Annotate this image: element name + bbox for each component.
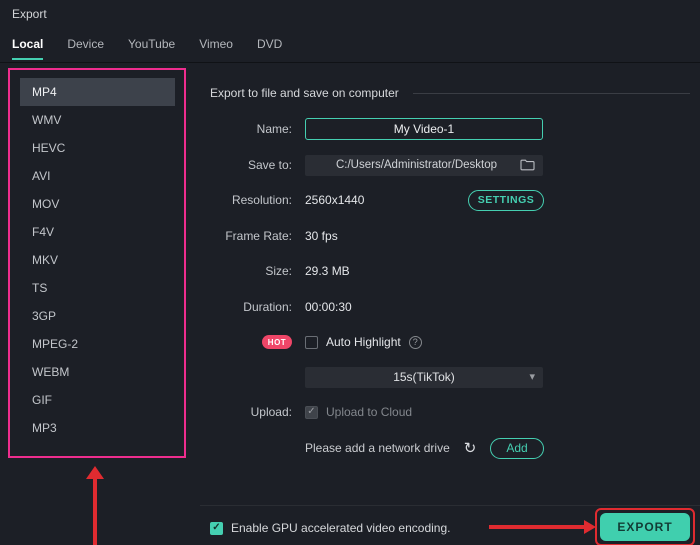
section-header: Export to file and save on computer xyxy=(210,86,690,100)
hot-badge: HOT xyxy=(262,335,292,349)
frame-rate-label: Frame Rate: xyxy=(225,229,292,243)
format-item-ts[interactable]: TS xyxy=(20,274,175,302)
tab-youtube[interactable]: YouTube xyxy=(128,37,175,60)
tabs-divider xyxy=(0,62,700,63)
preset-dropdown[interactable]: 15s(TikTok) ▾ xyxy=(305,366,543,388)
save-to-row: Save to: C:/Users/Administrator/Desktop xyxy=(210,154,544,176)
format-item-mp4[interactable]: MP4 xyxy=(20,78,175,106)
save-to-field[interactable]: C:/Users/Administrator/Desktop xyxy=(305,154,543,176)
resolution-label: Resolution: xyxy=(231,193,292,207)
upload-row: Upload: ✓ Upload to Cloud xyxy=(210,401,544,423)
format-item-mov[interactable]: MOV xyxy=(20,190,175,218)
save-to-label: Save to: xyxy=(247,158,292,172)
export-dialog: Export Local Device YouTube Vimeo DVD MP… xyxy=(0,0,700,545)
size-value: 29.3 MB xyxy=(305,264,350,278)
tab-dvd[interactable]: DVD xyxy=(257,37,282,60)
resolution-row: Resolution: 2560x1440 SETTINGS xyxy=(210,189,544,211)
bottom-divider xyxy=(200,505,700,506)
tab-device[interactable]: Device xyxy=(67,37,104,60)
auto-highlight-label: Auto Highlight xyxy=(326,335,401,349)
folder-icon[interactable] xyxy=(520,159,535,171)
network-drive-text: Please add a network drive xyxy=(305,441,450,455)
name-input[interactable] xyxy=(305,118,543,140)
auto-highlight-row: HOT Auto Highlight ? xyxy=(210,331,544,353)
name-label: Name: xyxy=(256,122,292,136)
format-item-f4v[interactable]: F4V xyxy=(20,218,175,246)
annotation-up-arrow-stem xyxy=(93,478,97,545)
duration-label: Duration: xyxy=(243,300,292,314)
tab-local[interactable]: Local xyxy=(12,37,44,60)
upload-label: Upload: xyxy=(250,405,292,419)
upload-to-cloud-checkbox[interactable]: ✓ xyxy=(305,405,318,419)
preset-row: 15s(TikTok) ▾ xyxy=(210,366,544,388)
format-item-3gp[interactable]: 3GP xyxy=(20,302,175,330)
duration-value: 00:00:30 xyxy=(305,300,352,314)
network-drive-row: Please add a network drive ↻ Add xyxy=(210,437,544,459)
format-item-wmv[interactable]: WMV xyxy=(20,106,175,134)
preset-dropdown-value: 15s(TikTok) xyxy=(393,370,455,384)
export-tabs: Local Device YouTube Vimeo DVD xyxy=(12,37,282,60)
size-label: Size: xyxy=(265,264,292,278)
format-item-hevc[interactable]: HEVC xyxy=(20,134,175,162)
frame-rate-row: Frame Rate: 30 fps xyxy=(210,225,544,247)
gpu-encoding-row: ✓ Enable GPU accelerated video encoding. xyxy=(210,521,450,535)
add-network-drive-button[interactable]: Add xyxy=(490,437,544,459)
upload-to-cloud-label: Upload to Cloud xyxy=(326,405,413,419)
auto-highlight-checkbox[interactable] xyxy=(305,335,318,349)
window-title: Export xyxy=(12,7,47,21)
format-item-webm[interactable]: WEBM xyxy=(20,358,175,386)
section-divider-line xyxy=(412,92,690,94)
format-item-mpeg2[interactable]: MPEG-2 xyxy=(20,330,175,358)
annotation-right-arrow-head xyxy=(584,520,596,534)
gpu-encoding-label: Enable GPU accelerated video encoding. xyxy=(231,521,451,535)
duration-row: Duration: 00:00:30 xyxy=(210,296,544,318)
format-list: MP4 WMV HEVC AVI MOV F4V MKV TS 3GP MPEG… xyxy=(20,78,175,442)
help-icon[interactable]: ? xyxy=(408,335,422,349)
refresh-icon[interactable]: ↻ xyxy=(464,439,477,457)
tab-vimeo[interactable]: Vimeo xyxy=(199,37,233,60)
format-item-avi[interactable]: AVI xyxy=(20,162,175,190)
name-row: Name: xyxy=(210,118,544,140)
settings-button[interactable]: SETTINGS xyxy=(468,189,544,211)
resolution-value: 2560x1440 xyxy=(305,193,365,207)
save-to-path: C:/Users/Administrator/Desktop xyxy=(335,159,498,171)
gpu-encoding-checkbox[interactable]: ✓ xyxy=(210,521,223,535)
chevron-down-icon: ▾ xyxy=(529,370,535,383)
format-item-gif[interactable]: GIF xyxy=(20,386,175,414)
export-button[interactable]: EXPORT xyxy=(600,513,690,541)
frame-rate-value: 30 fps xyxy=(305,229,338,243)
section-title: Export to file and save on computer xyxy=(210,86,399,100)
format-item-mp3[interactable]: MP3 xyxy=(20,414,175,442)
format-item-mkv[interactable]: MKV xyxy=(20,246,175,274)
annotation-right-arrow-stem xyxy=(489,525,585,529)
size-row: Size: 29.3 MB xyxy=(210,260,544,282)
